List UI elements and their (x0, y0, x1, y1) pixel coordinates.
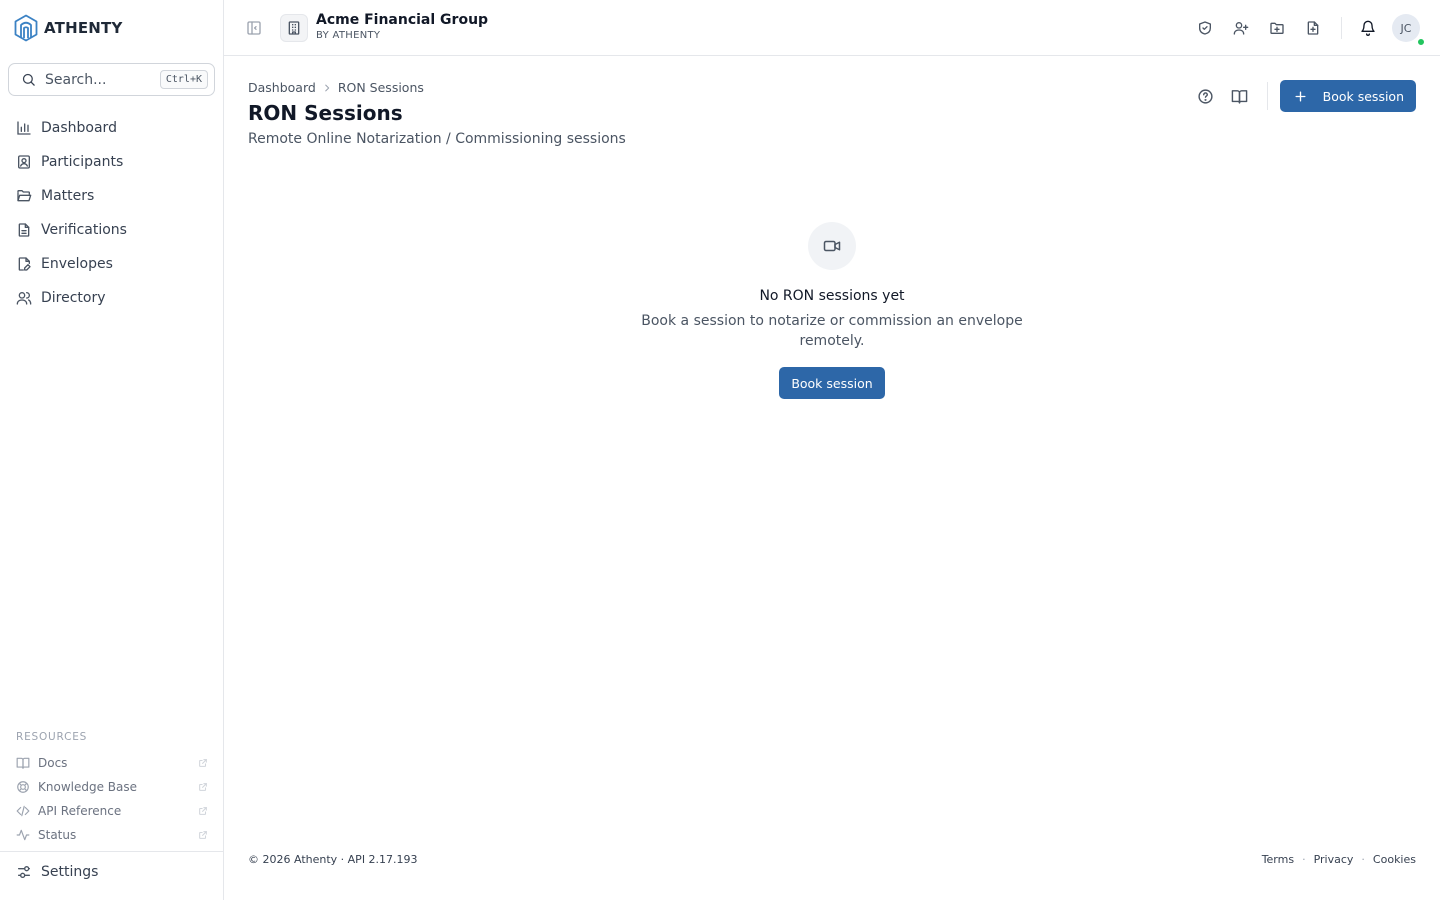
add-participant-button[interactable] (1223, 14, 1259, 42)
file-plus-icon (1305, 20, 1321, 36)
sidebar-item-verifications[interactable]: Verifications (8, 213, 215, 247)
sidebar-item-envelopes[interactable]: Envelopes (8, 247, 215, 281)
org-subtitle: BY ATHENTY (316, 30, 381, 41)
code-icon (16, 804, 30, 818)
breadcrumb-current: RON Sessions (337, 80, 424, 95)
sliders-icon (16, 864, 32, 880)
user-plus-icon (1233, 20, 1249, 36)
sidebar-item-label: Matters (41, 188, 95, 204)
sidebar-item-directory[interactable]: Directory (8, 281, 215, 315)
file-signature-icon (16, 256, 32, 272)
resource-label: Knowledge Base (38, 780, 137, 794)
new-matter-button[interactable] (1259, 14, 1295, 42)
empty-state-book-session-button[interactable]: Book session (779, 367, 885, 399)
footer-copyright: © 2026 Athenty · API 2.17.193 (248, 853, 418, 866)
sidebar-item-label: Dashboard (41, 120, 117, 136)
empty-state-text: Book a session to notarize or commission… (641, 313, 1023, 349)
sidebar-item-dashboard[interactable]: Dashboard (8, 111, 215, 145)
resources-list: Docs Knowledge Base API Reference Status (16, 751, 208, 847)
id-badge-icon (16, 154, 32, 170)
resources-heading: RESOURCES (16, 731, 88, 743)
life-buoy-icon (16, 780, 30, 794)
help-button[interactable] (1189, 80, 1223, 112)
sidebar-item-settings[interactable]: Settings (16, 864, 98, 880)
resource-label: Docs (38, 756, 68, 770)
page-title: RON Sessions (248, 101, 403, 125)
cookies-link[interactable]: Cookies (1373, 853, 1416, 866)
top-actions: JC (1187, 14, 1425, 46)
settings-label: Settings (41, 864, 99, 880)
sidebar-toggle-button[interactable] (244, 18, 264, 38)
building-icon (286, 20, 302, 36)
file-text-icon (16, 222, 32, 238)
resource-knowledge-base[interactable]: Knowledge Base (16, 775, 208, 799)
online-status-indicator (1417, 38, 1425, 46)
sidebar-item-label: Envelopes (41, 256, 113, 272)
activity-icon (16, 828, 30, 842)
folder-open-icon (16, 188, 32, 204)
brand-name: ATHENTY (44, 19, 123, 37)
resource-label: API Reference (38, 804, 122, 818)
breadcrumb: Dashboard RON Sessions (248, 80, 424, 95)
external-link-icon (198, 782, 208, 792)
org-name: Acme Financial Group (316, 12, 489, 28)
search-input[interactable]: Search... Ctrl+K (8, 63, 215, 96)
search-shortcut: Ctrl+K (159, 70, 208, 89)
video-icon (823, 237, 841, 255)
new-verification-button[interactable] (1187, 14, 1223, 42)
org-switcher-button[interactable] (280, 14, 308, 42)
sidebar-item-label: Directory (41, 290, 106, 306)
sidebar-nav: Dashboard Participants Matters Verificat… (8, 111, 215, 315)
sidebar-item-label: Verifications (41, 222, 127, 238)
footer-links: Terms · Privacy · Cookies (1262, 853, 1416, 866)
external-link-icon (198, 830, 208, 840)
terms-link[interactable]: Terms (1262, 853, 1294, 866)
breadcrumb-dashboard-link[interactable]: Dashboard (248, 80, 316, 95)
avatar[interactable]: JC (1392, 14, 1425, 46)
external-link-icon (198, 806, 208, 816)
chevron-right-icon (322, 83, 332, 93)
sidebar: ATHENTY Search... Ctrl+K Dashboard Parti… (0, 0, 224, 900)
book-open-icon (16, 756, 30, 770)
book-session-button[interactable]: Book session (1279, 80, 1416, 112)
resource-label: Status (38, 828, 77, 842)
users-icon (16, 290, 32, 306)
athenty-logo-icon (14, 14, 38, 42)
avatar-initials: JC (1400, 21, 1412, 35)
new-envelope-button[interactable] (1295, 14, 1331, 42)
shield-check-icon (1197, 20, 1213, 36)
search-placeholder: Search... (45, 71, 107, 88)
folder-plus-icon (1269, 20, 1285, 36)
privacy-link[interactable]: Privacy (1314, 853, 1354, 866)
external-link-icon (198, 758, 208, 768)
resource-status[interactable]: Status (16, 823, 208, 847)
sidebar-item-label: Participants (41, 154, 124, 170)
panel-left-icon (246, 20, 262, 36)
empty-state: No RON sessions yet Book a session to no… (624, 222, 1040, 399)
footer-separator: · (1361, 853, 1365, 866)
actions-divider (1266, 82, 1268, 110)
search-icon (21, 72, 36, 87)
page-actions: Book session (1189, 80, 1416, 112)
docs-button[interactable] (1223, 80, 1257, 112)
top-bar: Acme Financial Group BY ATHENTY JC (224, 0, 1440, 56)
bar-chart-icon (16, 120, 32, 136)
resource-docs[interactable]: Docs (16, 751, 208, 775)
empty-state-icon-circle (808, 222, 856, 270)
help-circle-icon (1197, 88, 1214, 105)
book-open-icon (1231, 88, 1248, 105)
sidebar-item-participants[interactable]: Participants (8, 145, 215, 179)
footer-separator: · (1302, 853, 1306, 866)
bell-icon (1360, 20, 1376, 36)
page-subtitle: Remote Online Notarization / Commissioni… (248, 131, 626, 147)
notifications-button[interactable] (1350, 14, 1386, 42)
sidebar-divider (0, 851, 223, 852)
resource-api-reference[interactable]: API Reference (16, 799, 208, 823)
toolbar-divider (1341, 17, 1342, 39)
brand[interactable]: ATHENTY (14, 14, 123, 42)
empty-state-title: No RON sessions yet (759, 288, 905, 304)
book-session-label: Book session (1322, 88, 1404, 104)
plus-icon (1294, 90, 1307, 103)
sidebar-item-matters[interactable]: Matters (8, 179, 215, 213)
